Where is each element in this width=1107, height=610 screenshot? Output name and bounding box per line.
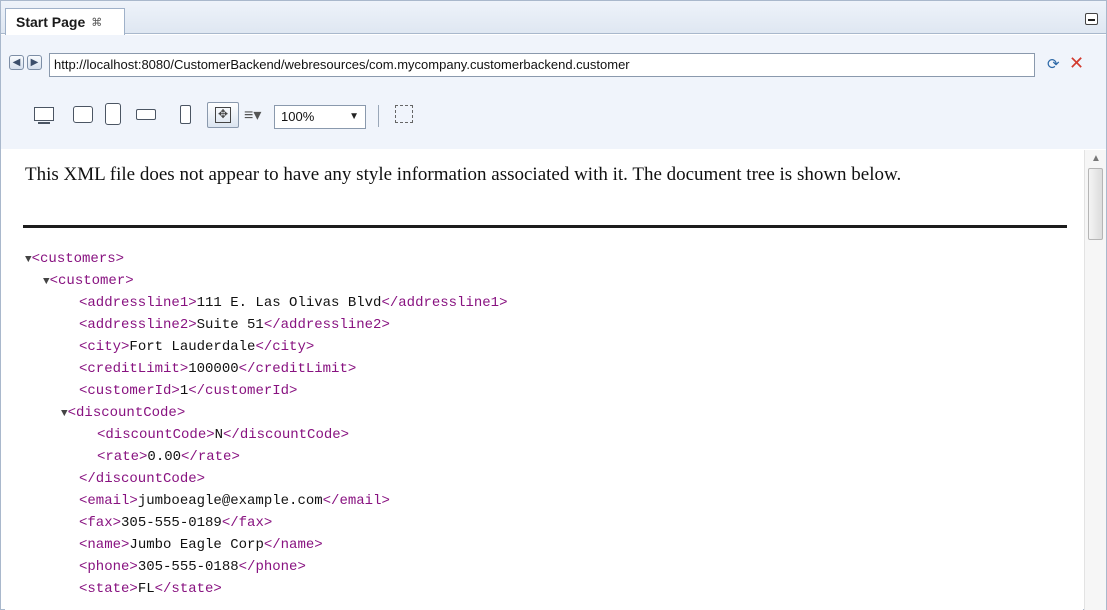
xml-open-tag: <name>	[79, 537, 130, 553]
xml-close-tag: </customerId>	[188, 383, 298, 399]
xml-close-tag: </creditLimit>	[238, 361, 357, 377]
minimize-icon[interactable]	[1085, 13, 1098, 25]
forward-arrow-icon[interactable]: ▶	[27, 55, 42, 70]
select-element-icon[interactable]	[395, 105, 413, 123]
stop-icon[interactable]: ✕	[1069, 53, 1084, 74]
xml-notice: This XML file does not appear to have an…	[25, 164, 902, 185]
xml-open-tag: <discountCode>	[97, 427, 215, 443]
xml-close-tag: </addressline1>	[381, 295, 508, 311]
xml-open-tag: <customerId>	[79, 383, 180, 399]
xml-open-tag: <creditLimit>	[79, 361, 189, 377]
url-input[interactable]: http://localhost:8080/CustomerBackend/we…	[49, 53, 1035, 77]
tab-start-page[interactable]: Start Page ⌘	[5, 8, 125, 35]
xml-close-tag: </discountCode>	[223, 427, 350, 443]
xml-open-tag: <state>	[79, 581, 138, 597]
xml-close-tag: </rate>	[181, 449, 240, 465]
tablet-portrait-icon[interactable]	[105, 103, 121, 125]
toolbar-separator	[378, 105, 379, 127]
xml-tree-line: <customerId>1</customerId>	[25, 380, 508, 402]
device-toolbar: ✥ ≡▾ 100% ▼	[1, 95, 1106, 135]
xml-text: 111 E. Las Olivas Blvd	[196, 295, 382, 311]
xml-text: N	[214, 427, 224, 443]
phone-portrait-icon[interactable]	[180, 105, 191, 124]
xml-close-tag: </city>	[255, 339, 315, 355]
tablet-landscape-icon[interactable]	[73, 106, 93, 123]
xml-close-tag: </name>	[263, 537, 323, 553]
fit-window-button[interactable]: ✥	[207, 102, 239, 128]
xml-text: jumboeagle@example.com	[137, 493, 323, 509]
zoom-select[interactable]: 100% ▼	[274, 105, 366, 129]
scroll-thumb[interactable]	[1088, 168, 1103, 240]
xml-tree-line: <addressline1>111 E. Las Olivas Blvd</ad…	[25, 292, 508, 314]
xml-open-tag: <email>	[79, 493, 138, 509]
xml-tree-line: <fax>305-555-0189</fax>	[25, 512, 508, 534]
xml-tree-line: <phone>305-555-0188</phone>	[25, 556, 508, 578]
desktop-icon[interactable]	[34, 107, 54, 121]
text-lines-dropdown-icon[interactable]: ≡▾	[244, 105, 261, 125]
xml-close-tag: </email>	[322, 493, 390, 509]
reload-icon[interactable]: ⟳	[1047, 55, 1060, 73]
xml-tree-line: <rate>0.00</rate>	[25, 446, 508, 468]
xml-tree-line: ▼<customers>	[25, 248, 508, 270]
xml-text: FL	[137, 581, 155, 597]
xml-open-tag: <customers>	[31, 251, 125, 267]
xml-close-tag: </fax>	[221, 515, 273, 531]
phone-landscape-icon[interactable]	[136, 109, 156, 120]
xml-open-tag: </discountCode>	[79, 471, 206, 487]
browser-toolbar: ◀ ▶ http://localhost:8080/CustomerBacken…	[1, 35, 1106, 149]
xml-text: 100000	[188, 361, 239, 377]
page-content: This XML file does not appear to have an…	[5, 150, 1083, 610]
xml-close-tag: </addressline2>	[263, 317, 390, 333]
xml-open-tag: <addressline1>	[79, 295, 197, 311]
xml-tree-line: <creditLimit>100000</creditLimit>	[25, 358, 508, 380]
xml-tree-line: </discountCode>	[25, 468, 508, 490]
xml-text: 305-555-0188	[137, 559, 239, 575]
expand-toggle-icon[interactable]: ▼	[43, 276, 50, 288]
xml-open-tag: <addressline2>	[79, 317, 197, 333]
fit-window-icon: ✥	[215, 107, 231, 123]
xml-open-tag: <phone>	[79, 559, 138, 575]
xml-text: Fort Lauderdale	[129, 339, 256, 355]
scroll-up-icon[interactable]: ▲	[1085, 150, 1107, 168]
xml-close-tag: </state>	[154, 581, 222, 597]
browser-window: Start Page ⌘ ◀ ▶ http://localhost:8080/C…	[0, 0, 1107, 610]
xml-text: 305-555-0189	[121, 515, 222, 531]
tab-label: Start Page	[16, 14, 86, 30]
expand-toggle-icon[interactable]: ▼	[25, 254, 32, 266]
xml-text: 0.00	[147, 449, 182, 465]
xml-close-tag: </phone>	[238, 559, 306, 575]
xml-tree-line: <discountCode>N</discountCode>	[25, 424, 508, 446]
xml-tree-line: <name>Jumbo Eagle Corp</name>	[25, 534, 508, 556]
xml-open-tag: <rate>	[97, 449, 148, 465]
chevron-down-icon: ▼	[349, 111, 359, 122]
xml-open-tag: <city>	[79, 339, 130, 355]
tab-strip: Start Page ⌘	[1, 1, 1106, 35]
xml-tree: ▼<customers> ▼<customer> <addressline1>111…	[25, 248, 508, 600]
xml-open-tag: <discountCode>	[67, 405, 186, 421]
xml-tree-line: <state>FL</state>	[25, 578, 508, 600]
vertical-scrollbar[interactable]: ▲	[1084, 150, 1106, 610]
xml-text: Suite 51	[196, 317, 264, 333]
xml-text: Jumbo Eagle Corp	[129, 537, 264, 553]
xml-tree-line: ▼<customer>	[25, 270, 508, 292]
desktop-stand-icon	[38, 122, 50, 124]
zoom-value: 100%	[281, 109, 315, 124]
xml-tree-line: <city>Fort Lauderdale</city>	[25, 336, 508, 358]
back-arrow-icon[interactable]: ◀	[9, 55, 24, 70]
expand-toggle-icon[interactable]: ▼	[61, 408, 68, 420]
divider	[23, 225, 1067, 228]
tab-close-icon[interactable]: ⌘	[91, 16, 102, 29]
xml-text: 1	[179, 383, 189, 399]
xml-tree-line: <email>jumboeagle@example.com</email>	[25, 490, 508, 512]
xml-open-tag: <customer>	[49, 273, 134, 289]
xml-tree-line: ▼<discountCode>	[25, 402, 508, 424]
xml-tree-line: <addressline2>Suite 51</addressline2>	[25, 314, 508, 336]
xml-open-tag: <fax>	[79, 515, 122, 531]
